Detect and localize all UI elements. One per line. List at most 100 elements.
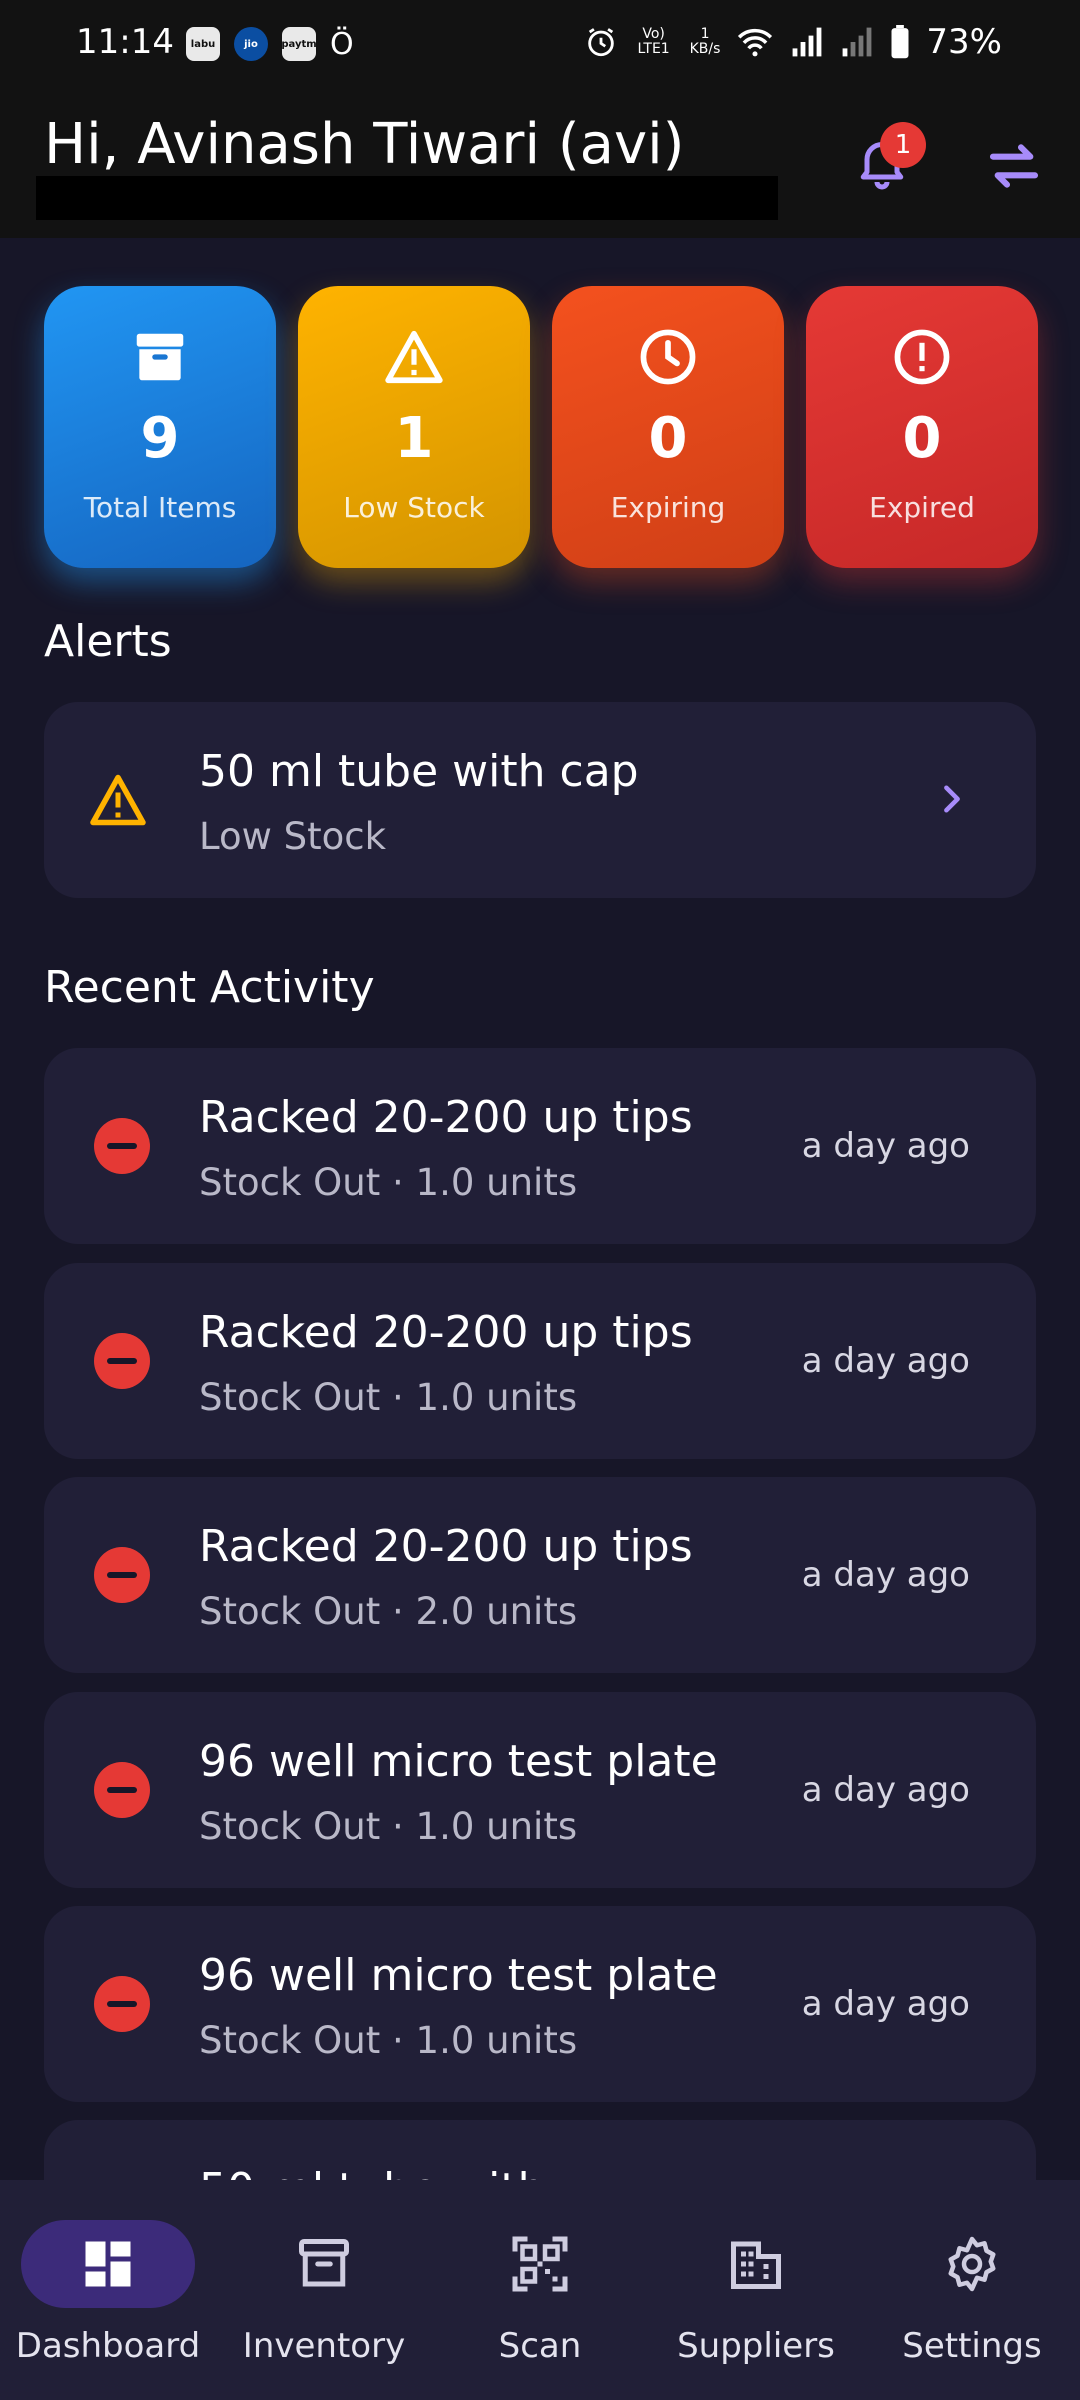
alert-item[interactable]: 50 ml tube with cap Low Stock bbox=[44, 702, 1036, 898]
recent-activity-heading: Recent Activity bbox=[44, 962, 375, 1013]
nav-settings[interactable]: Settings bbox=[864, 2220, 1080, 2390]
activity-type: Stock Out bbox=[199, 1805, 381, 1848]
jio-app-icon: jio bbox=[234, 27, 268, 61]
status-right: Vo) LTE1 1 KB/s 73% bbox=[584, 22, 1002, 62]
volte-indicator: Vo) LTE1 bbox=[637, 26, 670, 57]
nav-pill bbox=[237, 2220, 411, 2308]
activity-item[interactable]: Racked 20-200 up tips Stock Out · 2.0 un… bbox=[44, 1477, 1036, 1673]
paytm-app-icon: paytm bbox=[281, 27, 317, 61]
activity-item-detail: Stock Out · 1.0 units bbox=[199, 2019, 577, 2062]
swap-arrows-icon[interactable] bbox=[986, 138, 1042, 194]
activity-qty: 1.0 units bbox=[415, 1805, 578, 1848]
activity-item-detail: Stock Out · 1.0 units bbox=[199, 1161, 577, 1204]
activity-time: a day ago bbox=[801, 1770, 970, 1810]
warning-triangle-icon bbox=[90, 774, 146, 826]
nav-label: Inventory bbox=[242, 2326, 406, 2366]
greeting-text: Hi, Avinash Tiwari (avi) bbox=[44, 112, 685, 177]
separator: · bbox=[392, 1805, 404, 1848]
activity-item-detail: Stock Out · 1.0 units bbox=[199, 1805, 577, 1848]
nav-inventory[interactable]: Inventory bbox=[216, 2220, 432, 2390]
archive-box-icon bbox=[299, 2239, 349, 2287]
alert-circle-icon bbox=[894, 329, 950, 385]
activity-type: Stock Out bbox=[199, 2019, 381, 2062]
activity-item[interactable]: 96 well micro test plate Stock Out · 1.0… bbox=[44, 1692, 1036, 1888]
activity-item-name: Racked 20-200 up tips bbox=[199, 1521, 693, 1572]
activity-type: Stock Out bbox=[199, 1161, 381, 1204]
activity-time: a day ago bbox=[801, 1126, 970, 1166]
nav-pill bbox=[669, 2220, 843, 2308]
stock-out-icon bbox=[94, 1547, 150, 1603]
stat-value: 0 bbox=[648, 406, 688, 471]
building-icon bbox=[731, 2241, 781, 2289]
signal-icon bbox=[793, 27, 822, 57]
status-app-icons: labu jio paytm Ö bbox=[186, 26, 354, 62]
nav-scan[interactable]: Scan bbox=[432, 2220, 648, 2390]
stock-out-icon bbox=[94, 1762, 150, 1818]
stat-value: 9 bbox=[140, 406, 180, 471]
separator: · bbox=[392, 2019, 404, 2062]
activity-item-name: 96 well micro test plate bbox=[199, 1736, 718, 1787]
activity-type: Stock Out bbox=[199, 1376, 381, 1419]
activity-qty: 2.0 units bbox=[415, 1590, 578, 1633]
activity-time: a day ago bbox=[801, 1984, 970, 2024]
battery-percent: 73% bbox=[926, 22, 1002, 62]
dashboard-icon bbox=[85, 2241, 131, 2287]
stat-label: Total Items bbox=[83, 491, 237, 524]
misc-app-icon: Ö bbox=[330, 26, 354, 62]
separator: · bbox=[392, 1590, 404, 1633]
stat-value: 0 bbox=[902, 406, 942, 471]
nav-label: Settings bbox=[902, 2326, 1042, 2366]
bottom-navigation: Dashboard Inventory Scan Suppliers Setti… bbox=[0, 2180, 1080, 2400]
activity-qty: 1.0 units bbox=[415, 1376, 578, 1419]
warning-triangle-icon bbox=[385, 330, 443, 384]
stock-out-icon bbox=[94, 1333, 150, 1389]
activity-qty: 1.0 units bbox=[415, 2019, 578, 2062]
nav-pill bbox=[885, 2220, 1059, 2308]
activity-item[interactable]: Racked 20-200 up tips Stock Out · 1.0 un… bbox=[44, 1263, 1036, 1459]
nav-label: Suppliers bbox=[677, 2326, 835, 2366]
activity-type: Stock Out bbox=[199, 1590, 381, 1633]
clock-icon bbox=[640, 329, 696, 385]
network-speed-value: 1 bbox=[700, 26, 710, 42]
labu-app-icon: labu bbox=[186, 27, 220, 61]
activity-time: a day ago bbox=[801, 1341, 970, 1381]
nav-dashboard[interactable]: Dashboard bbox=[0, 2220, 216, 2390]
chevron-right-icon bbox=[944, 785, 960, 813]
stat-label: Expired bbox=[869, 491, 975, 524]
battery-icon bbox=[891, 25, 909, 59]
stat-card-low-stock[interactable]: 1 Low Stock bbox=[298, 286, 530, 568]
nav-pill bbox=[21, 2220, 195, 2308]
gear-icon bbox=[948, 2236, 996, 2292]
separator: · bbox=[392, 1161, 404, 1204]
status-bar: 11:14 labu jio paytm Ö Vo) LTE1 1 KB/s 7… bbox=[0, 0, 1080, 88]
qr-scan-icon bbox=[512, 2236, 568, 2292]
stat-card-total-items[interactable]: 9 Total Items bbox=[44, 286, 276, 568]
stat-card-expiring[interactable]: 0 Expiring bbox=[552, 286, 784, 568]
separator: · bbox=[392, 1376, 404, 1419]
activity-item-detail: Stock Out · 1.0 units bbox=[199, 1376, 577, 1419]
activity-item[interactable]: 96 well micro test plate Stock Out · 1.0… bbox=[44, 1906, 1036, 2102]
activity-item[interactable]: Racked 20-200 up tips Stock Out · 1.0 un… bbox=[44, 1048, 1036, 1244]
alert-item-name: 50 ml tube with cap bbox=[199, 746, 639, 797]
activity-item-name: Racked 20-200 up tips bbox=[199, 1307, 693, 1358]
nav-suppliers[interactable]: Suppliers bbox=[648, 2220, 864, 2390]
stat-label: Low Stock bbox=[343, 491, 485, 524]
network-speed: 1 KB/s bbox=[690, 27, 721, 57]
stat-card-expired[interactable]: 0 Expired bbox=[806, 286, 1038, 568]
archive-box-icon bbox=[136, 333, 184, 381]
alert-item-status: Low Stock bbox=[199, 815, 387, 858]
signal-weak-icon bbox=[843, 27, 872, 57]
status-time: 11:14 bbox=[76, 22, 174, 62]
stat-value: 1 bbox=[394, 406, 434, 471]
activity-item-detail: Stock Out · 2.0 units bbox=[199, 1590, 577, 1633]
activity-time: a day ago bbox=[801, 1555, 970, 1595]
redacted-email bbox=[36, 176, 778, 220]
nav-pill bbox=[453, 2220, 627, 2308]
wifi-icon bbox=[738, 28, 773, 57]
alerts-heading: Alerts bbox=[44, 616, 172, 667]
stat-label: Expiring bbox=[610, 491, 726, 524]
notification-badge: 1 bbox=[880, 122, 926, 168]
activity-item-name: 96 well micro test plate bbox=[199, 1950, 718, 2001]
nav-label: Dashboard bbox=[15, 2326, 201, 2366]
stock-out-icon bbox=[94, 1976, 150, 2032]
